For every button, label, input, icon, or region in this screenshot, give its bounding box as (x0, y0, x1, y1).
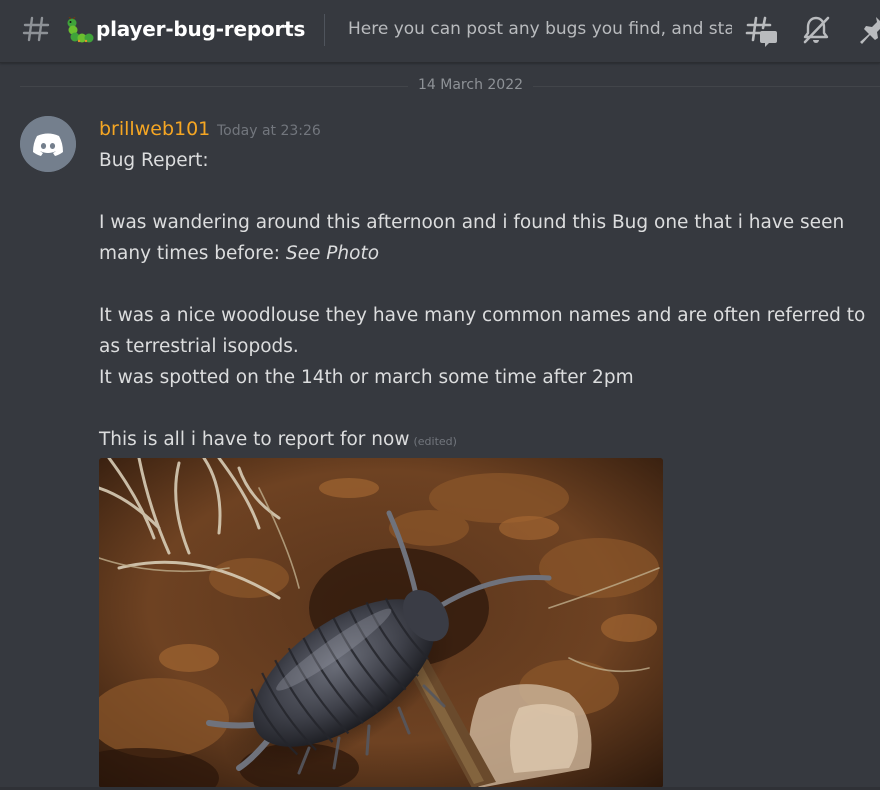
message-line: many times before: See Photo (99, 242, 379, 266)
mute-icon[interactable] (800, 14, 832, 46)
date-divider-label: 14 March 2022 (408, 77, 534, 93)
header-divider (324, 14, 325, 46)
message-line: Bug Repert: (99, 150, 209, 171)
channel-topic[interactable]: Here you can post any bugs you find, and… (348, 19, 732, 39)
discord-channel-view: player-bug-reports Here you can post any… (0, 0, 880, 790)
message-line: It was spotted on the 14th or march some… (99, 367, 634, 388)
message-author[interactable]: brillweb101 (99, 118, 210, 140)
channel-header: player-bug-reports Here you can post any… (0, 0, 880, 63)
threads-icon[interactable] (744, 14, 778, 48)
message-timestamp: Today at 23:26 (217, 123, 321, 139)
hash-icon (22, 16, 50, 42)
message-text: many times before: (99, 243, 286, 264)
user-avatar[interactable] (20, 116, 76, 172)
discord-logo-icon (33, 133, 63, 156)
message-line: I was wandering around this afternoon an… (99, 212, 845, 233)
message-line: It was a nice woodlouse they have many c… (99, 305, 866, 326)
message-line: as terrestrial isopods. (99, 336, 299, 357)
message-emphasis: See Photo (285, 243, 380, 264)
edited-label: (edited) (413, 435, 457, 448)
pin-icon[interactable] (856, 14, 880, 46)
message-line: This is all i have to report for now (edi… (99, 428, 457, 454)
woodlouse-photo[interactable] (99, 458, 663, 788)
caterpillar-emoji (67, 17, 94, 43)
channel-name[interactable]: player-bug-reports (96, 17, 305, 41)
message-text: This is all i have to report for now (99, 429, 410, 450)
